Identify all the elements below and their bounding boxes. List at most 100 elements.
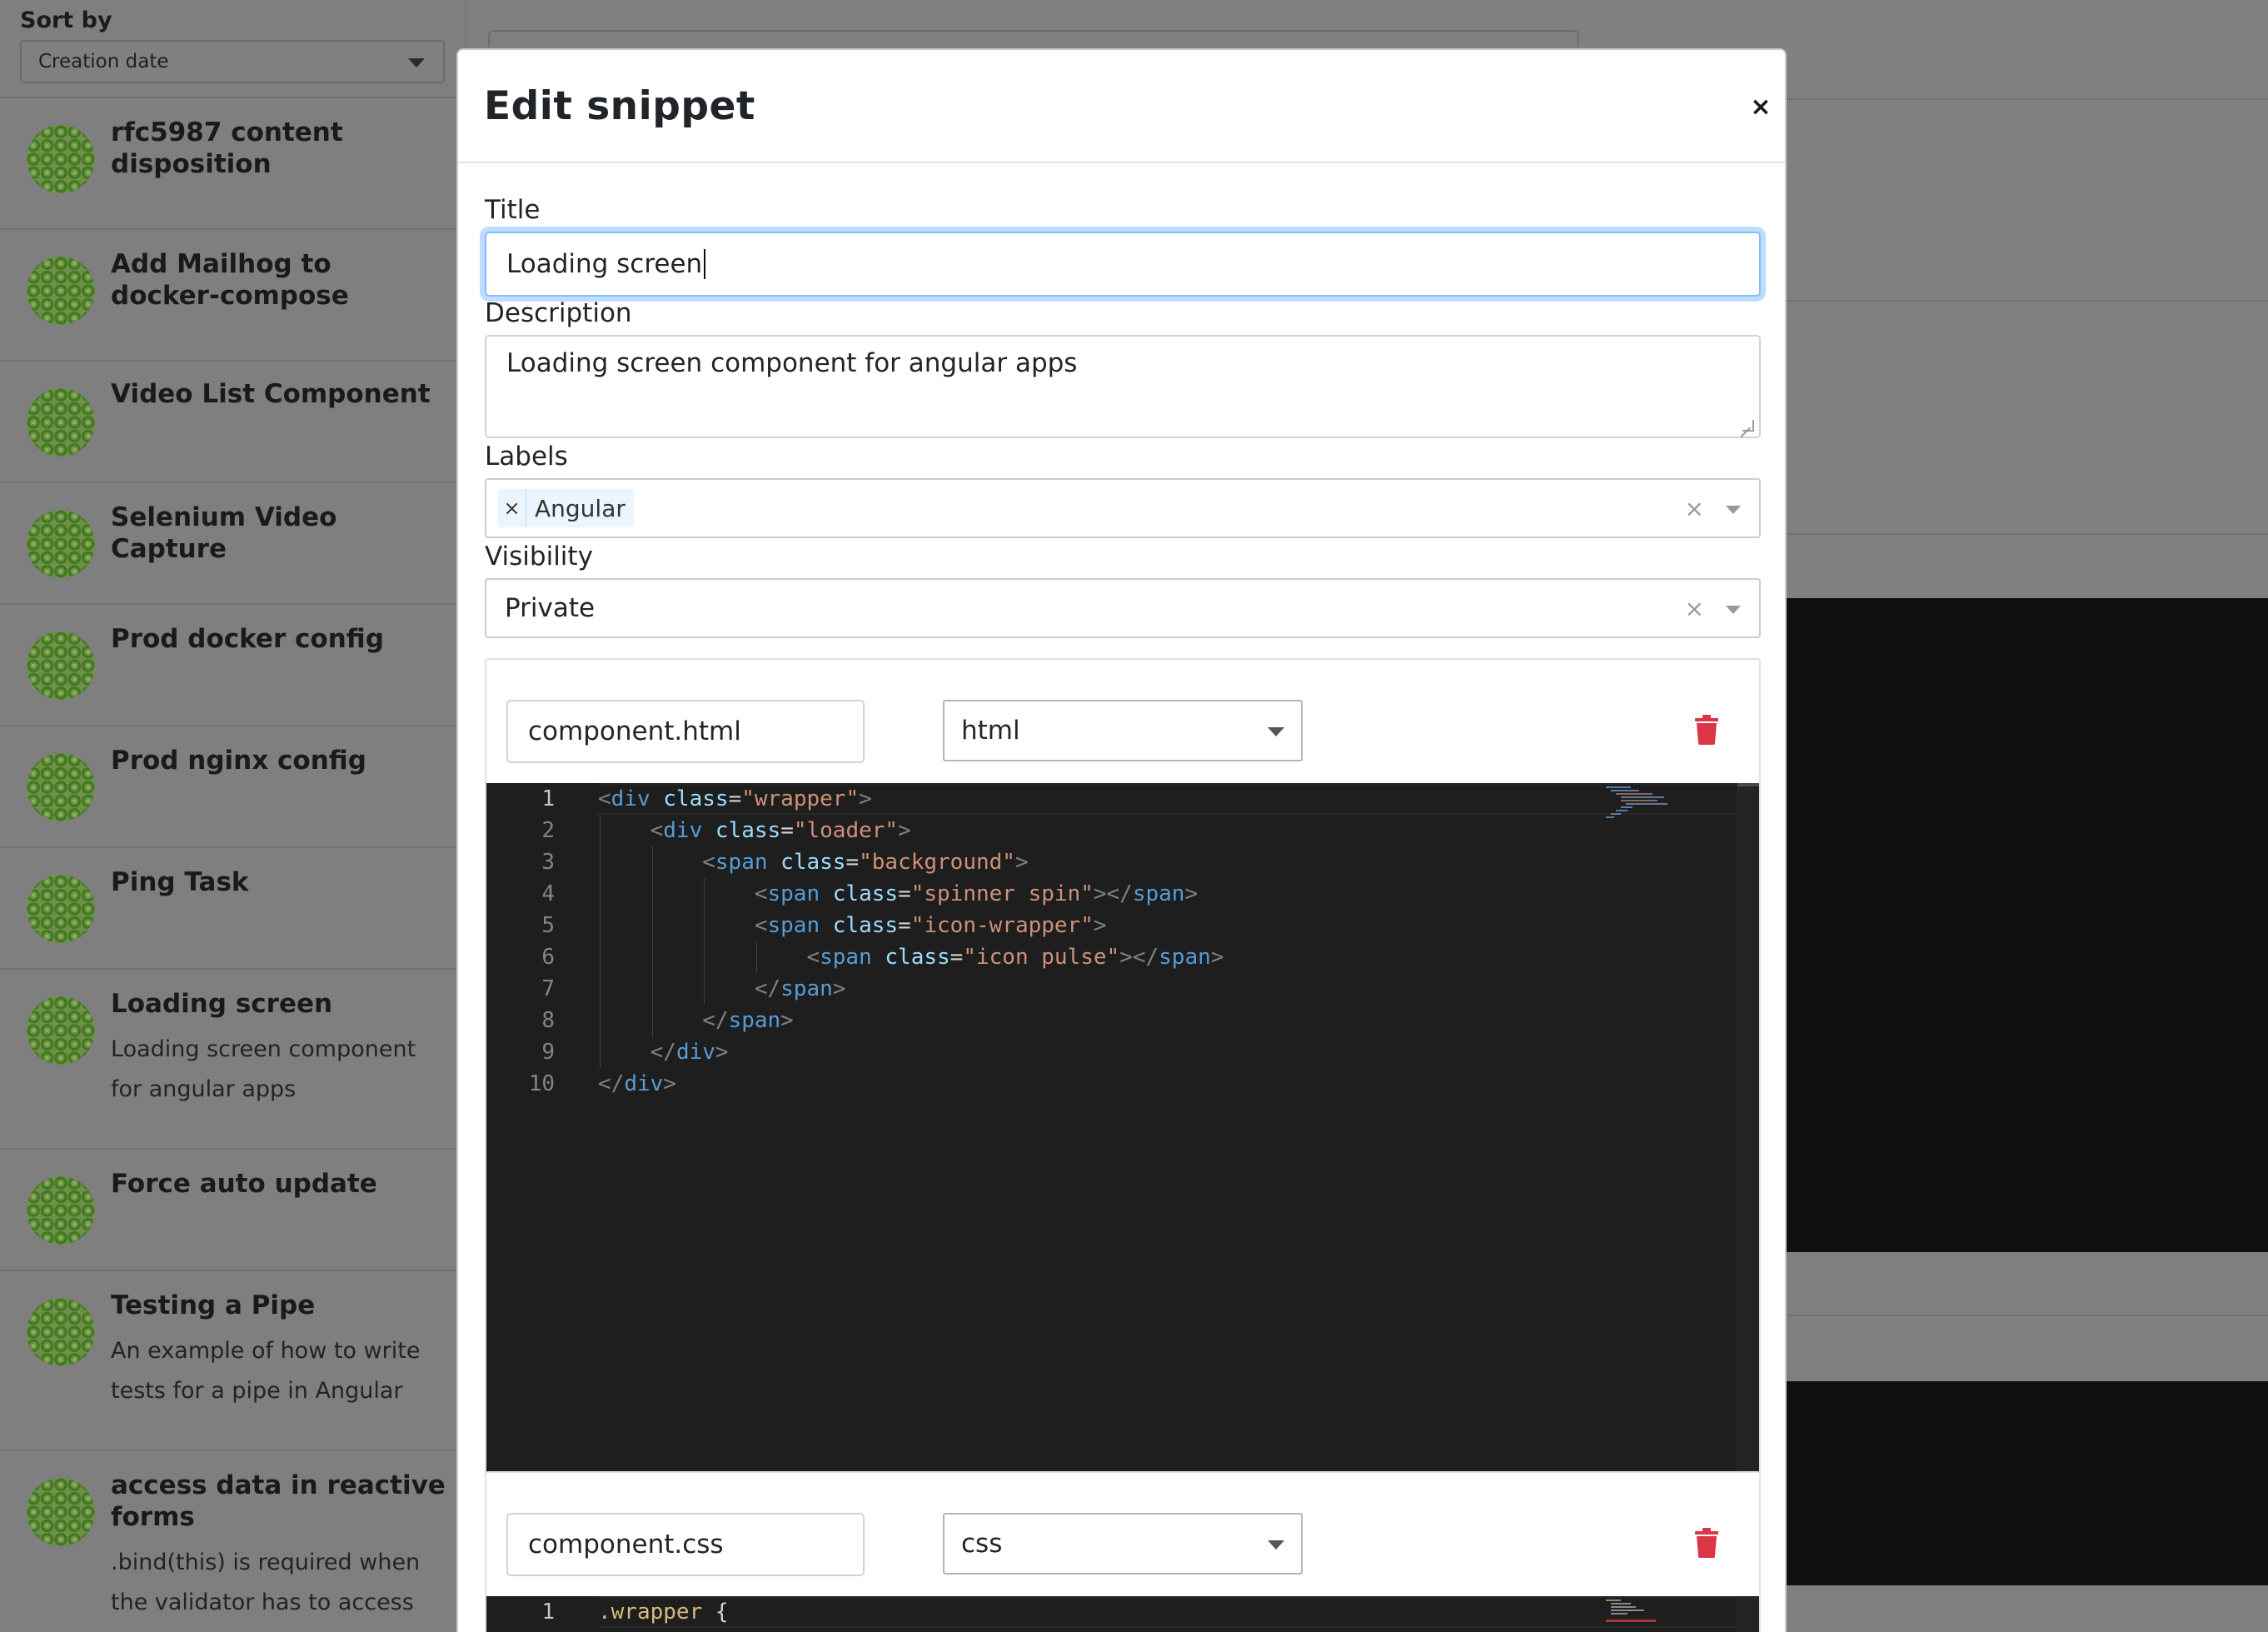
modal-title: Edit snippet bbox=[484, 83, 755, 129]
chevron-down-icon[interactable] bbox=[1726, 506, 1741, 514]
snippet-description: An example of how to write tests for a p… bbox=[111, 1338, 421, 1404]
line-number: 5 bbox=[541, 913, 555, 938]
snippet-title: rfc5987 content disposition bbox=[111, 117, 343, 179]
code-line: </div> bbox=[598, 1036, 1736, 1068]
snippet-list-item[interactable]: Selenium Video Capture bbox=[0, 483, 465, 605]
filename-input[interactable]: component.html bbox=[506, 700, 865, 763]
sort-select-value: Creation date bbox=[38, 51, 169, 72]
main-search-bar-backdrop bbox=[488, 30, 1579, 47]
indent-guide bbox=[600, 910, 601, 941]
snippet-title: Add Mailhog to docker-compose bbox=[111, 249, 349, 311]
editor-scrollbar[interactable] bbox=[1737, 783, 1759, 1486]
indent-guide bbox=[755, 941, 757, 973]
language-select[interactable]: html bbox=[943, 700, 1303, 761]
editor-scrollbar[interactable] bbox=[1737, 1596, 1759, 1632]
chevron-down-icon[interactable] bbox=[1726, 606, 1741, 614]
clear-icon[interactable]: × bbox=[1685, 595, 1704, 622]
trash-icon[interactable] bbox=[1693, 715, 1720, 745]
identicon-avatar-icon bbox=[27, 875, 95, 943]
chevron-down-icon bbox=[1268, 1540, 1284, 1550]
code-preview-backdrop bbox=[1786, 598, 2268, 1252]
code-preview-backdrop bbox=[1786, 1381, 2268, 1585]
indent-guide bbox=[651, 1005, 653, 1036]
code-content[interactable]: <div class="wrapper"> <div class="loader… bbox=[598, 783, 1736, 1100]
sort-area: Sort by Creation date bbox=[0, 0, 465, 98]
snippet-list-item[interactable]: Ping Task bbox=[0, 848, 465, 970]
indent-guide bbox=[600, 973, 601, 1005]
resize-handle-icon[interactable] bbox=[1742, 420, 1754, 432]
title-input[interactable]: Loading screen bbox=[485, 232, 1761, 297]
snippet-list-item[interactable]: Prod docker config bbox=[0, 605, 465, 726]
snippet-title: access data in reactive forms bbox=[111, 1470, 446, 1532]
language-select[interactable]: css bbox=[943, 1513, 1303, 1575]
indent-guide bbox=[651, 941, 653, 973]
description-value: Loading screen component for angular app… bbox=[506, 348, 1078, 378]
label-chip-angular: × Angular bbox=[498, 489, 634, 527]
code-editor-css[interactable]: 1 .wrapper { bbox=[486, 1596, 1759, 1632]
snippet-title: Testing a Pipe bbox=[111, 1290, 316, 1320]
filename-value: component.html bbox=[528, 716, 741, 746]
code-content[interactable]: .wrapper { bbox=[598, 1596, 1736, 1628]
minimap[interactable] bbox=[1606, 1598, 1689, 1631]
identicon-avatar-icon bbox=[27, 1176, 95, 1245]
snippet-title: Prod docker config bbox=[111, 624, 384, 654]
code-line: <span class="icon-wrapper"> bbox=[598, 910, 1736, 941]
indent-guide bbox=[600, 1036, 601, 1068]
visibility-value: Private bbox=[505, 593, 596, 623]
line-number-gutter: 1 bbox=[486, 1596, 595, 1628]
indent-guide bbox=[704, 910, 705, 941]
identicon-avatar-icon bbox=[27, 1298, 95, 1366]
identicon-avatar-icon bbox=[27, 125, 95, 193]
snippet-title: Video List Component bbox=[111, 379, 431, 409]
labels-select[interactable]: × Angular × bbox=[485, 478, 1761, 538]
code-line: <span class="spinner spin"></span> bbox=[598, 878, 1736, 910]
snippet-list-item[interactable]: Loading screen Loading screen component f… bbox=[0, 970, 465, 1150]
line-number: 1 bbox=[541, 1600, 555, 1625]
snippet-title: Force auto update bbox=[111, 1169, 377, 1199]
description-label: Description bbox=[485, 298, 632, 328]
snippet-title: Prod nginx config bbox=[111, 746, 366, 776]
file-card-html: component.html html 1 2 3 4 5 6 7 8 9 10 bbox=[485, 658, 1761, 1488]
snippet-sidebar: Sort by Creation date rfc5987 content di… bbox=[0, 0, 466, 1632]
text-cursor bbox=[704, 249, 706, 279]
file-card-css: component.css css 1 .wrapper { bbox=[485, 1471, 1761, 1632]
code-line: <span class="background"> bbox=[598, 846, 1736, 878]
close-icon[interactable]: × bbox=[1744, 90, 1777, 123]
snippet-list-item[interactable]: Add Mailhog to docker-compose bbox=[0, 230, 465, 362]
snippet-title: Ping Task bbox=[111, 867, 249, 897]
snippet-list-item[interactable]: access data in reactive forms .bind(this)… bbox=[0, 1451, 465, 1632]
filename-input[interactable]: component.css bbox=[506, 1513, 865, 1576]
snippet-title: Selenium Video Capture bbox=[111, 502, 337, 564]
snippet-description: .bind(this) is required when the validat… bbox=[111, 1550, 421, 1615]
indent-guide bbox=[600, 941, 601, 973]
snippet-list-item[interactable]: Video List Component bbox=[0, 362, 465, 483]
language-value: html bbox=[961, 716, 1020, 746]
identicon-avatar-icon bbox=[27, 753, 95, 821]
chevron-down-icon bbox=[1268, 727, 1284, 736]
identicon-avatar-icon bbox=[27, 510, 95, 578]
trash-icon[interactable] bbox=[1693, 1528, 1720, 1558]
clear-icon[interactable]: × bbox=[1685, 495, 1704, 522]
indent-guide bbox=[704, 941, 705, 973]
minimap[interactable] bbox=[1606, 785, 1689, 818]
indent-guide bbox=[651, 846, 653, 878]
code-line: <span class="icon pulse"></span> bbox=[598, 941, 1736, 973]
visibility-select[interactable]: Private × bbox=[485, 578, 1761, 638]
code-editor-html[interactable]: 1 2 3 4 5 6 7 8 9 10 <div class="wrapper… bbox=[486, 783, 1759, 1486]
snippet-list-item[interactable]: Force auto update bbox=[0, 1150, 465, 1271]
identicon-avatar-icon bbox=[27, 631, 95, 700]
sort-select[interactable]: Creation date bbox=[20, 40, 445, 83]
modal-header: Edit snippet × bbox=[458, 50, 1785, 163]
description-textarea[interactable]: Loading screen component for angular app… bbox=[485, 335, 1761, 438]
line-number: 10 bbox=[528, 1071, 555, 1096]
title-label: Title bbox=[485, 195, 541, 225]
indent-guide bbox=[704, 973, 705, 1005]
chip-label: Angular bbox=[535, 494, 626, 522]
snippet-list-item[interactable]: Testing a Pipe An example of how to write… bbox=[0, 1271, 465, 1451]
scrollbar-thumb[interactable] bbox=[1737, 783, 1759, 786]
chip-remove-icon[interactable]: × bbox=[498, 489, 526, 527]
snippet-list-item[interactable]: Prod nginx config bbox=[0, 726, 465, 848]
snippet-list-item[interactable]: rfc5987 content disposition bbox=[0, 98, 465, 230]
snippet-description: Loading screen component for angular app… bbox=[111, 1036, 416, 1102]
line-number: 8 bbox=[541, 1008, 555, 1033]
